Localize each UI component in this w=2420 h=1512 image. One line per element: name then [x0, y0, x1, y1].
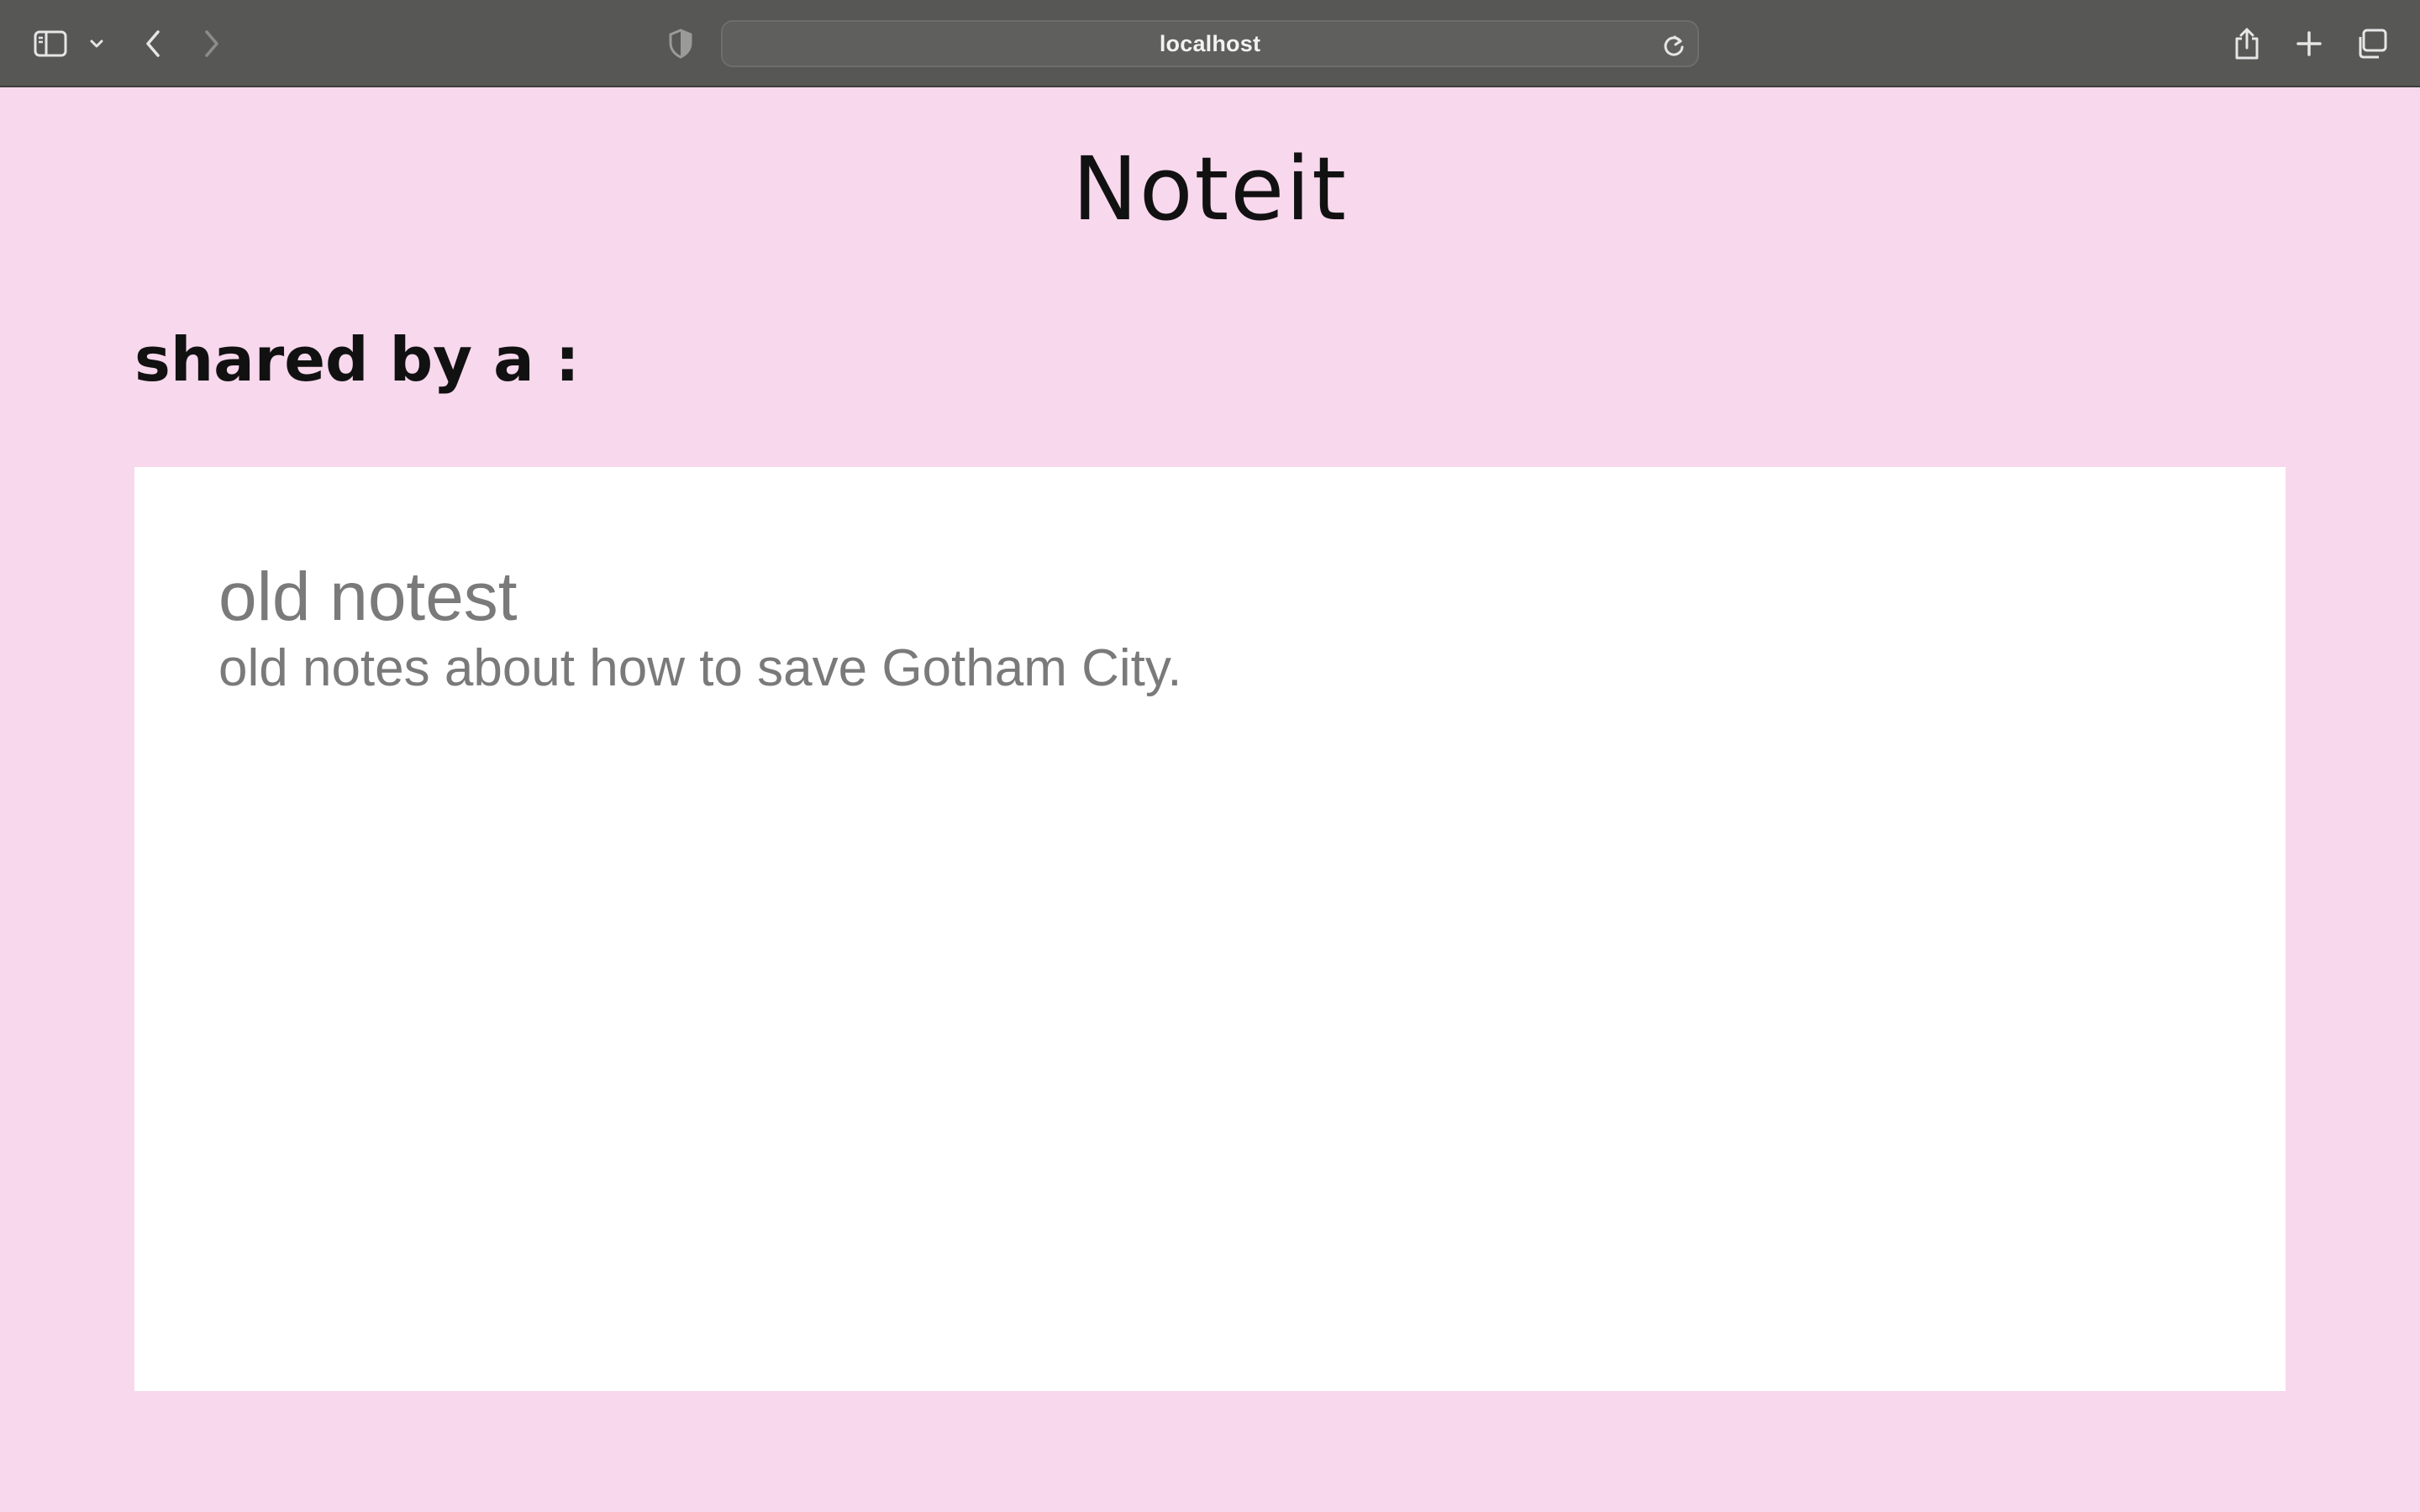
address-bar[interactable]: localhost	[721, 20, 1699, 67]
plus-icon[interactable]	[2287, 22, 2331, 66]
sidebar-icon[interactable]	[29, 22, 72, 66]
app-title: Noteit	[1072, 138, 1348, 240]
shield-icon[interactable]	[659, 22, 702, 66]
url-text: localhost	[1159, 30, 1261, 56]
tab-overview-icon[interactable]	[2349, 22, 2393, 66]
shared-by-heading: shared by a :	[134, 324, 580, 395]
chevron-right-icon[interactable]	[190, 22, 234, 66]
browser-toolbar: localhost	[0, 0, 2420, 87]
note-card: old notest old notes about how to save G…	[134, 467, 2286, 1391]
chevron-left-icon[interactable]	[131, 22, 175, 66]
chevron-down-icon[interactable]	[74, 22, 119, 66]
share-icon[interactable]	[2225, 22, 2269, 66]
reload-icon[interactable]	[1659, 30, 1689, 60]
note-content: old notes about how to save Gotham City.	[218, 639, 1182, 697]
note-title: old notest	[218, 559, 518, 635]
